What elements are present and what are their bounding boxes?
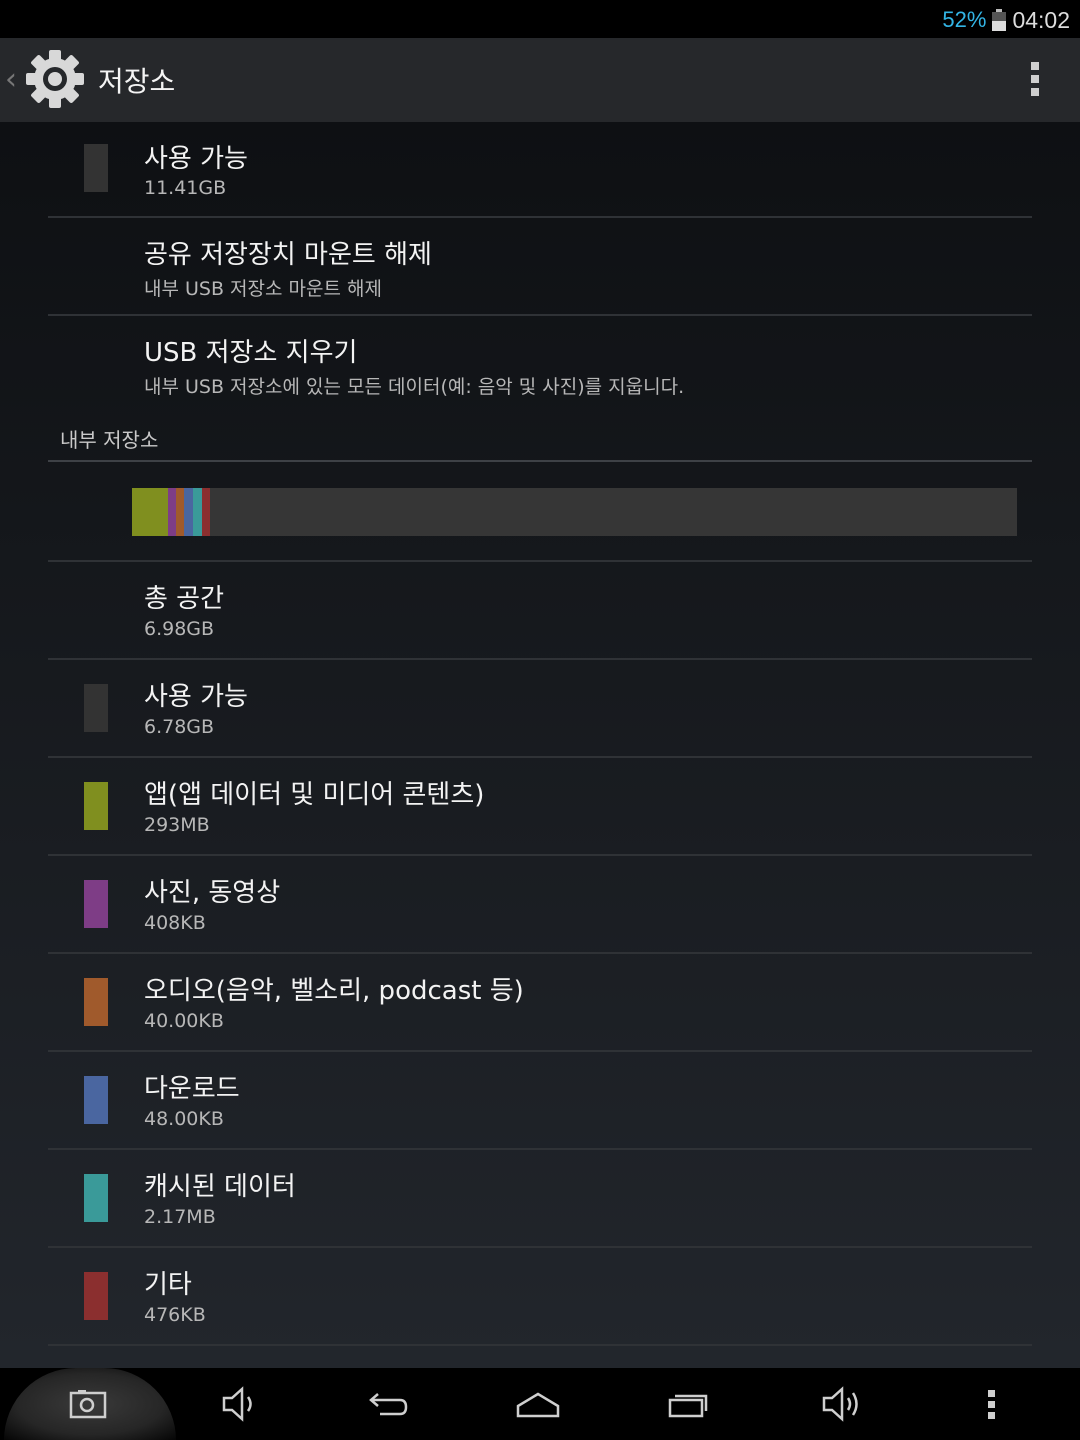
usage-segment-apps xyxy=(132,488,168,536)
cached-data-row[interactable]: 캐시된 데이터 2.17MB xyxy=(48,1150,1032,1248)
unmount-storage-row[interactable]: 공유 저장장치 마운트 해제 내부 USB 저장소 마운트 해제 xyxy=(48,218,1032,316)
row-subtitle: 48.00KB xyxy=(144,1108,224,1130)
erase-usb-storage-row[interactable]: USB 저장소 지우기 내부 USB 저장소에 있는 모든 데이터(예: 음악 … xyxy=(48,316,1032,412)
usage-segment-downloads xyxy=(184,488,193,536)
color-swatch xyxy=(84,1272,108,1320)
internal-storage-header: 내부 저장소 xyxy=(48,416,1032,462)
navigation-bar xyxy=(0,1368,1080,1440)
row-title: 앱(앱 데이터 및 미디어 콘텐츠) xyxy=(144,780,485,810)
row-subtitle: 내부 USB 저장소 마운트 해제 xyxy=(144,278,382,300)
row-title: 사진, 동영상 xyxy=(144,878,281,908)
row-subtitle: 11.41GB xyxy=(144,177,227,199)
back-icon[interactable] xyxy=(366,1382,410,1426)
usage-segment-cache xyxy=(193,488,202,536)
color-swatch xyxy=(84,978,108,1026)
usage-segment-audio xyxy=(176,488,184,536)
row-subtitle: 40.00KB xyxy=(144,1010,224,1032)
action-bar: ‹ 저장소 xyxy=(0,38,1080,123)
total-space-row[interactable]: 총 공간 6.98GB xyxy=(48,562,1032,660)
row-title: 오디오(음악, 벨소리, podcast 등) xyxy=(144,976,524,1006)
volume-up-icon[interactable] xyxy=(818,1382,866,1426)
downloads-row[interactable]: 다운로드 48.00KB xyxy=(48,1052,1032,1150)
status-right-group: 52% 04:02 xyxy=(942,4,1070,36)
row-title: 사용 가능 xyxy=(144,144,248,174)
overflow-menu-icon[interactable] xyxy=(1028,62,1042,98)
row-title: 캐시된 데이터 xyxy=(144,1172,296,1202)
up-chevron-icon[interactable]: ‹ xyxy=(5,62,17,97)
apps-row[interactable]: 앱(앱 데이터 및 미디어 콘텐츠) 293MB xyxy=(48,758,1032,856)
color-swatch xyxy=(84,684,108,732)
page-title: 저장소 xyxy=(98,65,176,98)
storage-usage-bar xyxy=(132,488,1017,536)
battery-percent: 52% xyxy=(942,7,987,32)
battery-icon xyxy=(992,9,1007,31)
color-swatch xyxy=(84,1076,108,1124)
row-title: 공유 저장장치 마운트 해제 xyxy=(144,240,432,270)
home-icon[interactable] xyxy=(514,1382,562,1426)
menu-icon[interactable] xyxy=(970,1382,1014,1426)
row-subtitle: 2.17MB xyxy=(144,1206,216,1228)
color-swatch xyxy=(84,782,108,830)
usage-segment-photos xyxy=(168,488,176,536)
available-swatch xyxy=(84,144,108,192)
storage-list[interactable]: 사용 가능 11.41GB 공유 저장장치 마운트 해제 내부 USB 저장소 … xyxy=(0,122,1080,1368)
available-storage-row[interactable]: 사용 가능 11.41GB xyxy=(48,122,1032,218)
available-space-row[interactable]: 사용 가능 6.78GB xyxy=(48,660,1032,758)
row-title: 사용 가능 xyxy=(144,682,248,712)
row-title: 다운로드 xyxy=(144,1074,240,1104)
usage-segment-misc xyxy=(202,488,210,536)
row-title: USB 저장소 지우기 xyxy=(144,338,358,368)
recent-apps-icon[interactable] xyxy=(666,1382,710,1426)
row-title: 총 공간 xyxy=(144,584,225,614)
color-swatch xyxy=(84,880,108,928)
row-subtitle: 476KB xyxy=(144,1304,206,1326)
row-subtitle: 6.98GB xyxy=(144,618,215,640)
row-title: 기타 xyxy=(144,1270,192,1300)
settings-gear-icon[interactable] xyxy=(22,46,88,112)
photos-videos-row[interactable]: 사진, 동영상 408KB xyxy=(48,856,1032,954)
misc-row[interactable]: 기타 476KB xyxy=(48,1248,1032,1346)
color-swatch xyxy=(84,1174,108,1222)
clock: 04:02 xyxy=(1012,6,1070,33)
section-header-label: 내부 저장소 xyxy=(60,428,159,452)
row-subtitle: 6.78GB xyxy=(144,716,215,738)
screenshot-icon[interactable] xyxy=(66,1382,110,1426)
row-subtitle: 내부 USB 저장소에 있는 모든 데이터(예: 음악 및 사진)를 지웁니다. xyxy=(144,376,685,398)
audio-row[interactable]: 오디오(음악, 벨소리, podcast 등) 40.00KB xyxy=(48,954,1032,1052)
row-subtitle: 293MB xyxy=(144,814,210,836)
row-subtitle: 408KB xyxy=(144,912,206,934)
status-bar: 52% 04:02 xyxy=(0,0,1080,38)
volume-down-icon[interactable] xyxy=(216,1382,260,1426)
